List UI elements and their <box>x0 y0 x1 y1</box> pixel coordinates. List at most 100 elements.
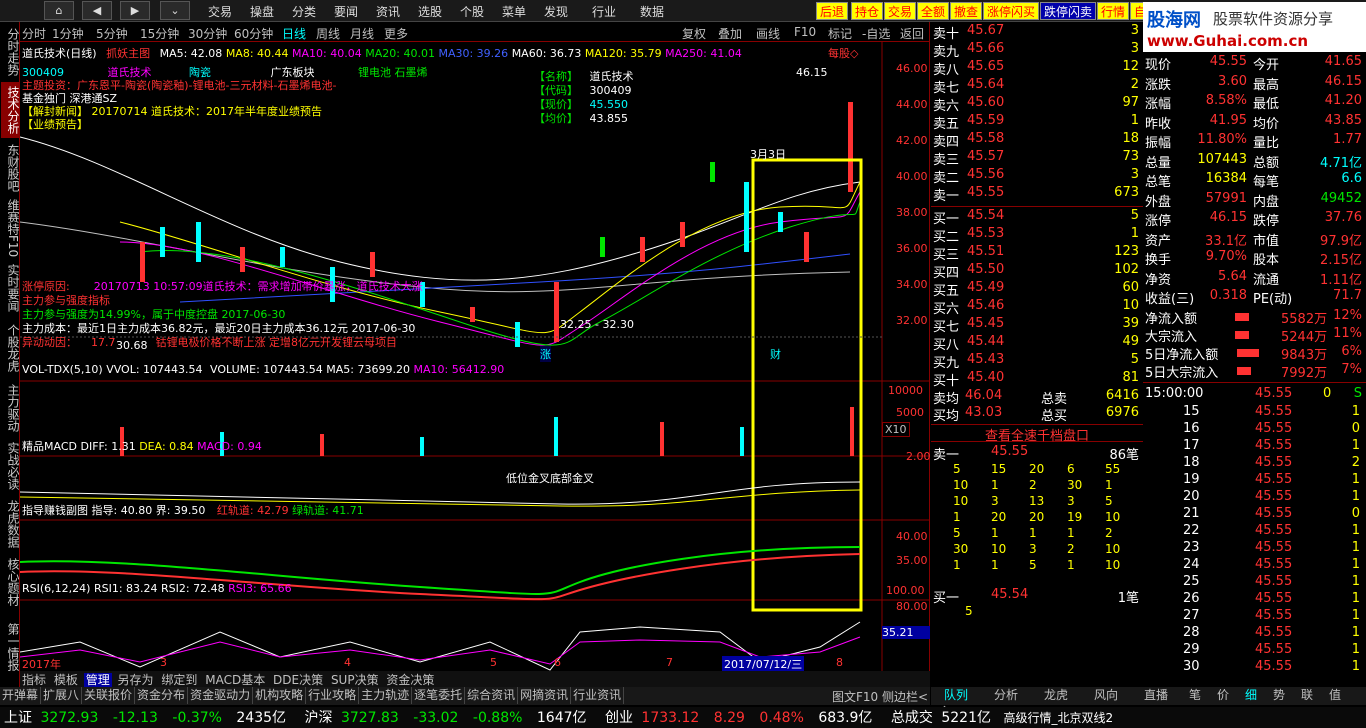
index-status-bar: 上证 3272.93 -12.13 -0.37% 2435亿 沪深 3727.8… <box>0 707 1366 728</box>
tag-zhang[interactable]: 涨 <box>540 346 551 362</box>
limit-down-sell-button[interactable]: 跌停闪卖 <box>1040 2 1097 20</box>
period-30min[interactable]: 30分钟 <box>188 25 227 42</box>
mark-button[interactable]: 标记 <box>828 25 852 42</box>
period-1min[interactable]: 1分钟 <box>52 25 84 42</box>
feature-tab[interactable]: 关联报价 <box>82 687 136 704</box>
feature-tab[interactable]: 行业攻略 <box>306 687 360 704</box>
tab-must-read[interactable]: 实战必读 <box>1 438 20 494</box>
f10-button[interactable]: F10 <box>794 25 816 39</box>
tab-intel[interactable]: 第一情报 <box>1 612 20 682</box>
feature-tab[interactable]: 行业资讯 <box>571 687 625 704</box>
period-more[interactable]: 更多 <box>384 25 408 42</box>
ask-volume: 12 <box>1122 59 1139 74</box>
feature-tab[interactable]: 逐笔委托 <box>412 687 466 704</box>
right-tab[interactable]: 风向 <box>1081 687 1131 704</box>
tab-dragon-data[interactable]: 龙虎数据 <box>1 496 20 552</box>
menu-category[interactable]: 分类 <box>292 3 316 20</box>
position-button[interactable]: 持仓 <box>851 2 884 20</box>
period-60min[interactable]: 60分钟 <box>234 25 273 42</box>
tab-manage[interactable]: 管理 <box>83 673 112 687</box>
feature-tab[interactable]: 综合资讯 <box>465 687 519 704</box>
quote-value: 5.64 <box>1218 268 1247 284</box>
data-source[interactable]: 高级行情_北京双线2 <box>1003 711 1113 725</box>
right-tab[interactable]: 细 <box>1237 687 1265 704</box>
sidebar-toggle[interactable]: 侧边栏< <box>882 688 928 705</box>
period-15min[interactable]: 15分钟 <box>140 25 179 42</box>
tab-timeshare[interactable]: 分时走势 <box>1 24 20 80</box>
right-tab[interactable]: 分析 <box>981 687 1031 704</box>
feature-tab[interactable]: 资金驱动力 <box>188 687 254 704</box>
x10-button[interactable]: X10 <box>882 422 910 437</box>
tab-core-theme[interactable]: 核心题材 <box>1 554 20 610</box>
menu-info[interactable]: 资讯 <box>376 3 400 20</box>
period-timeshare[interactable]: 分时 <box>22 25 46 42</box>
forward-button[interactable]: ▶ <box>120 1 150 20</box>
feature-tab[interactable]: 资金分布 <box>135 687 189 704</box>
feature-tab[interactable]: 机构攻略 <box>253 687 307 704</box>
right-tab[interactable]: 价 <box>1209 687 1237 704</box>
tab-f10[interactable]: 维赛特F10 <box>1 198 20 258</box>
fuquan-button[interactable]: 复权 <box>682 25 706 42</box>
flow-label: 5日净流入额 <box>1145 348 1219 363</box>
period-weekly[interactable]: 周线 <box>316 25 340 42</box>
period-5min[interactable]: 5分钟 <box>96 25 128 42</box>
tab-save-as[interactable]: 另存为 <box>116 673 156 687</box>
tab-macd[interactable]: MACD基本 <box>203 673 267 687</box>
right-tab[interactable]: 势 <box>1265 687 1293 704</box>
right-tab[interactable]: 龙虎 <box>1031 687 1081 704</box>
right-tab[interactable]: 直播 <box>1131 687 1181 704</box>
period-monthly[interactable]: 月线 <box>350 25 374 42</box>
tab-bind[interactable]: 绑定到 <box>159 673 199 687</box>
home-button[interactable]: ⌂ <box>44 1 74 20</box>
tab-technical[interactable]: 技术分析 <box>1 82 20 138</box>
tab-dde[interactable]: DDE决策 <box>271 673 325 687</box>
sh-label[interactable]: 上证 <box>4 710 32 726</box>
full-button[interactable]: 全额 <box>917 2 950 20</box>
feature-tab[interactable]: 开弹幕 <box>0 687 42 704</box>
hs-label[interactable]: 沪深 <box>304 710 332 726</box>
menu-menu[interactable]: 菜单 <box>502 3 526 20</box>
tab-guba[interactable]: 东财股吧 <box>1 140 20 196</box>
feature-tab[interactable]: 主力轨迹 <box>359 687 413 704</box>
qianfan-link[interactable]: 查看全速千档盘口 <box>931 424 1143 444</box>
tab-indicator[interactable]: 指标 <box>20 673 48 687</box>
kline-chart-area[interactable]: 分时 1分钟 5分钟 15分钟 30分钟 60分钟 日线 周线 月线 更多 复权… <box>20 22 931 687</box>
overlay-button[interactable]: 叠加 <box>718 25 742 42</box>
tab-template[interactable]: 模板 <box>52 673 80 687</box>
right-tab[interactable]: 值 <box>1321 687 1349 704</box>
ask-label: 卖八 <box>933 63 960 78</box>
menu-news[interactable]: 要闻 <box>334 3 358 20</box>
tab-dragon[interactable]: 个股龙虎 <box>1 318 20 378</box>
right-tab[interactable]: 笔 <box>1181 687 1209 704</box>
return-button[interactable]: 返回 <box>900 25 924 42</box>
right-tab[interactable]: 队列 <box>931 687 981 704</box>
menu-data[interactable]: 数据 <box>640 3 664 20</box>
add-watchlist-button[interactable]: -自选 <box>862 25 890 42</box>
menu-stock[interactable]: 个股 <box>460 3 484 20</box>
trade-quick-button[interactable]: 交易 <box>884 2 917 20</box>
back-button[interactable]: ◀ <box>82 1 112 20</box>
period-daily[interactable]: 日线 <box>282 25 306 42</box>
tab-main-force[interactable]: 主力驱动 <box>1 380 20 436</box>
menu-operate[interactable]: 操盘 <box>250 3 274 20</box>
limit-up-buy-button[interactable]: 涨停闪买 <box>983 2 1040 20</box>
menu-trade[interactable]: 交易 <box>208 3 232 20</box>
tab-news[interactable]: 实时要闻 <box>1 260 20 316</box>
tag-cai[interactable]: 财 <box>770 346 781 362</box>
right-tab[interactable]: 联 <box>1293 687 1321 704</box>
feature-tab[interactable]: 扩展八 <box>41 687 83 704</box>
quote-label: 净资 <box>1145 272 1172 288</box>
back-quick-button[interactable]: 后退 <box>816 2 849 20</box>
menu-select-stock[interactable]: 选股 <box>418 3 442 20</box>
cancel-query-button[interactable]: 撤查 <box>950 2 983 20</box>
quote-button[interactable]: 行情 <box>1097 2 1130 20</box>
cy-label[interactable]: 创业 <box>605 710 633 726</box>
tab-sup[interactable]: SUP决策 <box>329 673 381 687</box>
draw-line-button[interactable]: 画线 <box>756 25 780 42</box>
collapse-button[interactable]: ⌄ <box>160 1 190 20</box>
f10-text-button[interactable]: 图文F10 <box>832 688 878 705</box>
menu-discover[interactable]: 发现 <box>544 3 568 20</box>
menu-industry[interactable]: 行业 <box>592 3 616 20</box>
feature-tab[interactable]: 网摘资讯 <box>518 687 572 704</box>
tab-fund[interactable]: 资金决策 <box>384 673 436 687</box>
